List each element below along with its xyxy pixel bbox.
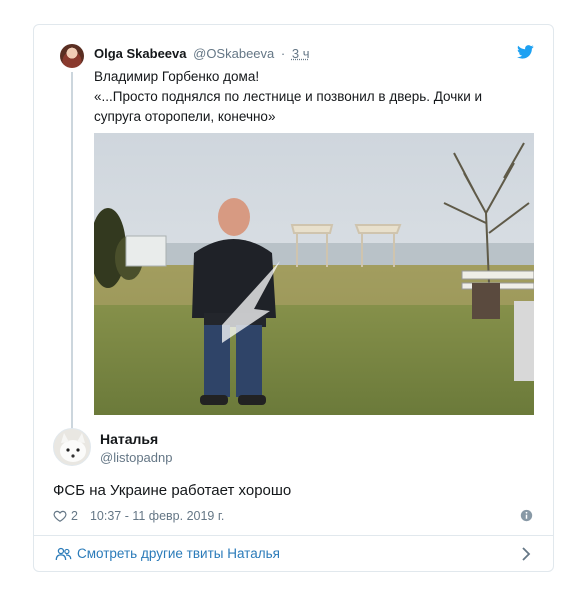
header-separator: ·: [280, 46, 286, 61]
quoted-text-line: Владимир Горбенко дома!: [94, 69, 260, 84]
author-name[interactable]: Наталья: [100, 431, 158, 447]
chevron-right-icon[interactable]: [521, 547, 531, 561]
quoted-text-line: «...Просто поднялся по лестнице и позвон…: [94, 89, 483, 104]
quoted-tweet-text: Владимир Горбенко дома! «...Просто подня…: [94, 67, 534, 127]
like-count[interactable]: 2: [71, 509, 78, 523]
tweet-photo[interactable]: [94, 133, 534, 415]
heart-icon[interactable]: [53, 509, 67, 523]
author-avatar[interactable]: [53, 428, 91, 466]
author-handle[interactable]: @listopadnp: [100, 450, 172, 465]
quoted-tweet-header: Olga Skabeeva @OSkabeeva · 3 ч: [94, 46, 309, 61]
arctic-fox-avatar-image: [54, 429, 90, 465]
twitter-bird-icon[interactable]: [517, 45, 534, 59]
more-tweets-link[interactable]: Смотреть другие твиты Наталья: [34, 536, 553, 572]
quoted-author-avatar[interactable]: [60, 44, 84, 68]
tweet-meta: 2 10:37 - 11 февр. 2019 г.: [53, 507, 224, 525]
tweet-timestamp[interactable]: 10:37 - 11 февр. 2019 г.: [90, 509, 224, 523]
tweet-text: ФСБ на Украине работает хорошо: [53, 482, 292, 499]
info-icon[interactable]: [520, 509, 533, 522]
quoted-author-name[interactable]: Olga Skabeeva: [94, 46, 187, 61]
quoted-text-line: супруга оторопели, конечно»: [94, 109, 276, 124]
thread-line: [71, 72, 73, 435]
photo-illustration: [94, 133, 534, 415]
more-tweets-label[interactable]: Смотреть другие твиты Наталья: [77, 546, 280, 561]
people-icon: [55, 547, 72, 560]
quoted-tweet-time[interactable]: 3 ч: [292, 46, 310, 61]
quoted-author-handle[interactable]: @OSkabeeva: [193, 46, 274, 61]
embedded-tweet-card: Olga Skabeeva @OSkabeeva · 3 ч Владимир …: [33, 24, 554, 572]
